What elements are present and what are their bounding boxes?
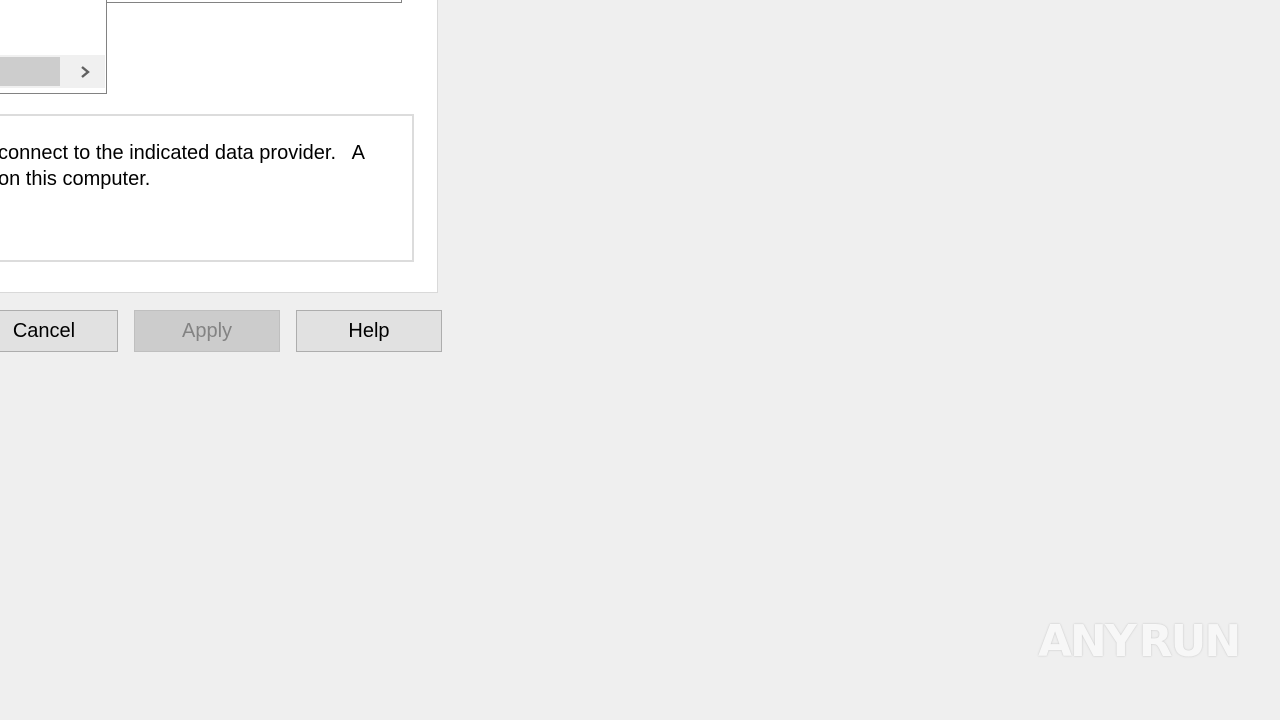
description-text: connect to the indicated data provider. …	[0, 140, 418, 192]
apply-button[interactable]: Apply	[134, 310, 280, 352]
chevron-right-icon	[81, 65, 90, 78]
dialog-panel: connect to the indicated data provider. …	[0, 0, 438, 293]
scroll-right-button[interactable]	[68, 57, 102, 86]
anyrun-watermark: ANY RUN	[1038, 606, 1241, 676]
description-line-1: connect to the indicated data provider. …	[0, 142, 365, 164]
watermark-left-text: ANY	[1038, 615, 1137, 667]
watermark-right-text: RUN	[1138, 615, 1241, 667]
cancel-button[interactable]: Cancel	[0, 310, 118, 352]
provider-list[interactable]	[0, 0, 107, 94]
help-button[interactable]: Help	[296, 310, 442, 352]
description-line-2: on this computer.	[0, 168, 151, 190]
scrollbar-thumb[interactable]	[0, 57, 60, 86]
horizontal-scrollbar[interactable]	[0, 55, 105, 88]
top-field	[106, 0, 402, 3]
